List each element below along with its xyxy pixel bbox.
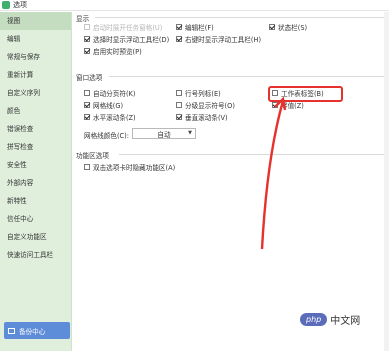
checkbox[interactable] <box>272 90 278 96</box>
title-bar: 选项 <box>0 0 389 11</box>
option-label: 状态栏(S) <box>278 24 308 32</box>
section-title-window-options: 窗口选项 <box>76 74 103 82</box>
sidebar-item-security[interactable]: 安全性 <box>0 156 71 174</box>
option-zero-values[interactable]: 零值(Z) <box>272 100 304 110</box>
watermark: php 中文网 <box>300 312 360 327</box>
sidebar-item-spell-check[interactable]: 拼写检查 <box>0 138 71 156</box>
option-label: 选择时显示浮动工具栏(D) <box>93 36 170 44</box>
sidebar-item-quick-access-toolbar[interactable]: 快速访问工具栏 <box>0 246 71 264</box>
annotation-arrow <box>260 97 287 250</box>
options-panel: 显示 启动时展开任务窗格(U) 编辑栏(F) 状态栏(S) 选择时显示浮动工具栏… <box>73 12 389 351</box>
checkbox[interactable] <box>272 102 278 108</box>
sidebar-item-general-save[interactable]: 常规与保存 <box>0 48 71 66</box>
section-divider <box>95 17 384 18</box>
option-label: 垂直滚动条(V) <box>185 114 228 122</box>
sidebar-item-external-content[interactable]: 外部内容 <box>0 174 71 192</box>
checkbox[interactable] <box>176 36 182 42</box>
checkbox[interactable] <box>84 164 90 170</box>
option-row-col-header[interactable]: 行号列标(E) <box>176 88 221 98</box>
option-float-toolbar-on-right-click[interactable]: 右键时显示浮动工具栏(H) <box>176 34 261 44</box>
sidebar-item-edit[interactable]: 编辑 <box>0 30 71 48</box>
option-auto-page-break[interactable]: 自动分页符(K) <box>84 88 135 98</box>
section-divider <box>109 76 384 77</box>
option-label: 启用实时预览(P) <box>93 48 142 56</box>
option-gridlines[interactable]: 网格线(G) <box>84 100 123 110</box>
checkbox[interactable] <box>176 24 182 30</box>
option-vertical-scrollbar[interactable]: 垂直滚动条(V) <box>176 112 228 122</box>
watermark-text: 中文网 <box>330 316 361 327</box>
backup-center-label: 备份中心 <box>19 327 46 336</box>
checkbox[interactable] <box>84 90 90 96</box>
option-label: 编辑栏(F) <box>185 24 214 32</box>
chevron-down-icon: ▼ <box>188 130 192 136</box>
section-divider <box>119 154 384 155</box>
backup-icon <box>8 327 15 334</box>
option-horizontal-scrollbar[interactable]: 水平滚动条(Z) <box>84 112 136 122</box>
sidebar-item-color[interactable]: 颜色 <box>0 102 71 120</box>
option-outline-symbols[interactable]: 分级显示符号(O) <box>176 100 235 110</box>
checkbox[interactable] <box>84 48 90 54</box>
sidebar-item-error-check[interactable]: 错误检查 <box>0 120 71 138</box>
sidebar-item-recalculate[interactable]: 重新计算 <box>0 66 71 84</box>
option-label: 行号列标(E) <box>185 90 221 98</box>
option-label: 右键时显示浮动工具栏(H) <box>185 36 262 44</box>
sidebar-item-new-features[interactable]: 新特性 <box>0 192 71 210</box>
backup-center-button[interactable]: 备份中心 <box>4 322 70 339</box>
option-label: 工作表标签(B) <box>281 90 324 98</box>
checkbox[interactable] <box>84 114 90 120</box>
option-sheet-tabs[interactable]: 工作表标签(B) <box>272 88 324 98</box>
option-label: 网格线(G) <box>93 102 124 110</box>
gridline-color-label: 网格线颜色(C): <box>84 132 129 140</box>
option-label: 水平滚动条(Z) <box>93 114 136 122</box>
window-title: 选项 <box>13 1 27 9</box>
checkbox[interactable] <box>84 24 90 30</box>
option-live-preview[interactable]: 启用实时预览(P) <box>84 46 142 56</box>
sidebar-item-trust-center[interactable]: 信任中心 <box>0 210 71 228</box>
checkbox[interactable] <box>176 102 182 108</box>
sidebar-item-view[interactable]: 视图 <box>0 12 71 30</box>
option-taskbar-startup[interactable]: 启动时展开任务窗格(U) <box>84 22 162 32</box>
section-title-ribbon-options: 功能区选项 <box>76 152 109 160</box>
option-label: 自动分页符(K) <box>93 90 136 98</box>
sidebar-item-custom-lists[interactable]: 自定义序列 <box>0 84 71 102</box>
gridline-color-select[interactable]: 自动 ▼ <box>132 128 196 139</box>
watermark-logo: php <box>300 313 328 326</box>
checkbox[interactable] <box>176 90 182 96</box>
option-status-bar[interactable]: 状态栏(S) <box>269 22 307 32</box>
scrollbar[interactable] <box>384 12 389 351</box>
option-formula-bar[interactable]: 编辑栏(F) <box>176 22 214 32</box>
checkbox[interactable] <box>84 102 90 108</box>
sidebar-item-customize-ribbon[interactable]: 自定义功能区 <box>0 228 71 246</box>
app-icon <box>2 1 10 9</box>
checkbox[interactable] <box>176 114 182 120</box>
option-label: 零值(Z) <box>281 102 304 110</box>
option-label: 启动时展开任务窗格(U) <box>93 24 163 32</box>
gridline-color-value: 自动 <box>157 130 171 139</box>
checkbox[interactable] <box>269 24 275 30</box>
option-label: 分级显示符号(O) <box>185 102 235 110</box>
checkbox[interactable] <box>84 36 90 42</box>
option-dblclick-hide-ribbon[interactable]: 双击选项卡时隐藏功能区(A) <box>84 162 175 172</box>
option-float-toolbar-on-select[interactable]: 选择时显示浮动工具栏(D) <box>84 34 169 44</box>
option-label: 双击选项卡时隐藏功能区(A) <box>93 164 176 172</box>
sidebar: 视图 编辑 常规与保存 重新计算 自定义序列 颜色 错误检查 拼写检查 安全性 … <box>0 12 72 351</box>
